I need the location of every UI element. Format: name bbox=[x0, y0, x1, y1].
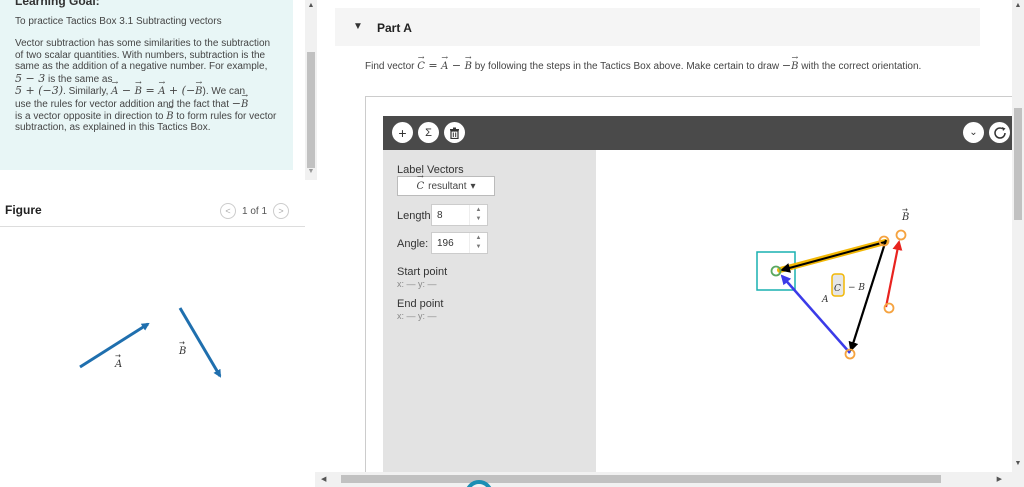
angle-spinner[interactable]: ▲ ▼ bbox=[469, 233, 487, 253]
prompt-text: by following the steps in the Tactics Bo… bbox=[471, 61, 782, 72]
figure-prev-button[interactable]: < bbox=[220, 203, 236, 219]
vector-c-line[interactable] bbox=[780, 241, 886, 273]
goal-text: is the same as bbox=[45, 73, 113, 85]
goal-math: 5 + (−3) bbox=[15, 84, 64, 98]
vector-c-symbol: C bbox=[416, 172, 424, 192]
angle-label: Angle: bbox=[397, 238, 429, 250]
left-pane: Learning Goal: To practice Tactics Box 3… bbox=[0, 0, 305, 487]
figure-label-a-arrow: → bbox=[115, 352, 121, 360]
reset-icon[interactable] bbox=[989, 122, 1010, 143]
goal-math: − bbox=[118, 84, 135, 98]
canvas-label-c: C bbox=[834, 284, 841, 294]
scroll-right-icon[interactable]: ▶ bbox=[997, 475, 1002, 483]
prompt-math: − bbox=[781, 59, 792, 72]
part-a-title: Part A bbox=[377, 21, 412, 35]
vector-drawing-tool: + Σ ⌄ Label Vectors C resultant ▾ Length… bbox=[365, 96, 1024, 487]
figure-label-b: B bbox=[178, 346, 186, 357]
vector-b-symbol: B bbox=[195, 78, 203, 98]
vector-a-symbol: A bbox=[158, 78, 165, 98]
vector-b-symbol: B bbox=[241, 90, 249, 111]
vector-handle[interactable] bbox=[895, 229, 907, 241]
length-value: 8 bbox=[437, 210, 443, 221]
figure-label-a: A bbox=[114, 359, 122, 370]
vector-handle[interactable] bbox=[844, 348, 856, 360]
scroll-down-icon[interactable]: ▼ bbox=[305, 168, 317, 175]
learning-goal-body: Vector subtraction has some similarities… bbox=[15, 38, 277, 134]
vector-b-symbol: B bbox=[791, 52, 799, 73]
figure-page-count: 1 of 1 bbox=[242, 205, 268, 217]
vector-b-symbol: B bbox=[166, 102, 174, 123]
vector-minus-b-line[interactable] bbox=[848, 239, 888, 352]
scroll-left-icon[interactable]: ◀ bbox=[321, 475, 326, 483]
resultant-dropdown-label: resultant bbox=[428, 180, 467, 192]
scroll-up-icon[interactable]: ▲ bbox=[305, 2, 317, 9]
figure-next-button[interactable]: > bbox=[273, 203, 290, 219]
chevron-down-icon[interactable]: ⌄ bbox=[963, 122, 984, 143]
vector-b-symbol: B bbox=[135, 78, 143, 98]
bottom-scrollbar-thumb[interactable] bbox=[341, 475, 941, 483]
scroll-up-icon[interactable]: ▲ bbox=[1012, 2, 1024, 9]
vector-handle[interactable] bbox=[883, 302, 895, 314]
goal-text: is a vector opposite in direction to bbox=[15, 110, 167, 122]
right-scrollbar[interactable]: ▲ ▼ bbox=[1012, 0, 1024, 472]
question-prompt: Find vector C = A − B by following the s… bbox=[365, 52, 945, 73]
start-point-label: Start point bbox=[397, 266, 448, 278]
end-point-label: End point bbox=[397, 298, 444, 310]
label-vectors-heading: Label Vectors bbox=[397, 164, 464, 176]
goal-text: . Similarly, bbox=[63, 86, 112, 98]
vector-a-symbol: A bbox=[111, 78, 118, 98]
figure-image: A → B → bbox=[79, 307, 222, 378]
figure-vector-a bbox=[79, 322, 150, 369]
vector-control-panel: Label Vectors C resultant ▾ Length: 8 ▲▼… bbox=[383, 150, 596, 487]
goal-math: + (− bbox=[165, 84, 196, 98]
right-scrollbar-thumb[interactable] bbox=[1014, 108, 1022, 220]
goal-text: use the rules for vector addition and th… bbox=[15, 98, 232, 110]
vector-b-line[interactable] bbox=[884, 240, 903, 308]
caret-down-icon[interactable]: ▼ bbox=[353, 21, 363, 32]
prompt-math: = bbox=[424, 59, 442, 72]
drawing-canvas[interactable]: B → C A − B bbox=[596, 150, 1013, 487]
resultant-dropdown[interactable]: C resultant ▾ bbox=[397, 172, 495, 196]
canvas-label-minus-b: − B bbox=[848, 283, 865, 293]
angle-value: 196 bbox=[437, 238, 454, 249]
scroll-down-icon[interactable]: ▼ bbox=[1012, 460, 1024, 467]
goal-text: Vector subtraction has some similarities… bbox=[15, 38, 271, 73]
vector-a-symbol: A bbox=[441, 52, 448, 73]
dropdown-arrow-icon: ▾ bbox=[470, 180, 476, 192]
angle-input[interactable]: 196 ▲ ▼ bbox=[431, 232, 488, 254]
prompt-text: with the correct orientation. bbox=[798, 61, 922, 72]
start-point-coords: x: — y: — bbox=[397, 279, 437, 289]
learning-goal-intro: To practice Tactics Box 3.1 Subtracting … bbox=[15, 16, 222, 27]
part-a-header[interactable]: ▼ Part A bbox=[335, 8, 980, 46]
goal-math: − bbox=[231, 96, 242, 110]
left-scrollbar[interactable]: ▲ ▼ bbox=[305, 0, 317, 180]
sum-vector-button[interactable]: Σ bbox=[418, 122, 439, 143]
prompt-math: − bbox=[448, 59, 465, 72]
vector-b-symbol: B bbox=[465, 52, 473, 73]
end-point-coords: x: — y: — bbox=[397, 311, 437, 321]
learning-goal-box: Learning Goal: To practice Tactics Box 3… bbox=[0, 0, 293, 170]
length-input[interactable]: 8 ▲ ▼ bbox=[431, 204, 488, 226]
vector-c-symbol: C bbox=[417, 52, 425, 73]
figure-divider bbox=[0, 226, 305, 227]
figure-label-b-arrow: → bbox=[179, 339, 185, 347]
drawing-toolbar: + Σ ⌄ bbox=[383, 116, 1013, 150]
learning-goal-heading: Learning Goal: bbox=[15, 0, 100, 8]
length-spinner[interactable]: ▲ ▼ bbox=[469, 205, 487, 225]
canvas-label-a: A bbox=[821, 295, 829, 305]
bottom-scrollbar[interactable]: ◀ ▶ bbox=[315, 472, 1024, 487]
trash-icon[interactable] bbox=[444, 122, 465, 143]
figure-pager: < 1 of 1 > bbox=[220, 203, 290, 219]
length-label: Length: bbox=[397, 210, 434, 222]
goal-math: 5 − 3 bbox=[15, 71, 46, 85]
prompt-text: Find vector bbox=[365, 61, 418, 72]
goal-math: = bbox=[141, 84, 159, 98]
right-pane: ▼ Part A Find vector C = A − B by follow… bbox=[325, 0, 1024, 487]
add-vector-button[interactable]: + bbox=[392, 122, 413, 143]
left-scrollbar-thumb[interactable] bbox=[307, 52, 315, 168]
figure-label: Figure bbox=[5, 203, 42, 217]
goal-text: ). We can bbox=[202, 86, 246, 98]
canvas-label-b-arrow: → bbox=[902, 206, 908, 214]
figure-vector-b bbox=[178, 307, 222, 378]
